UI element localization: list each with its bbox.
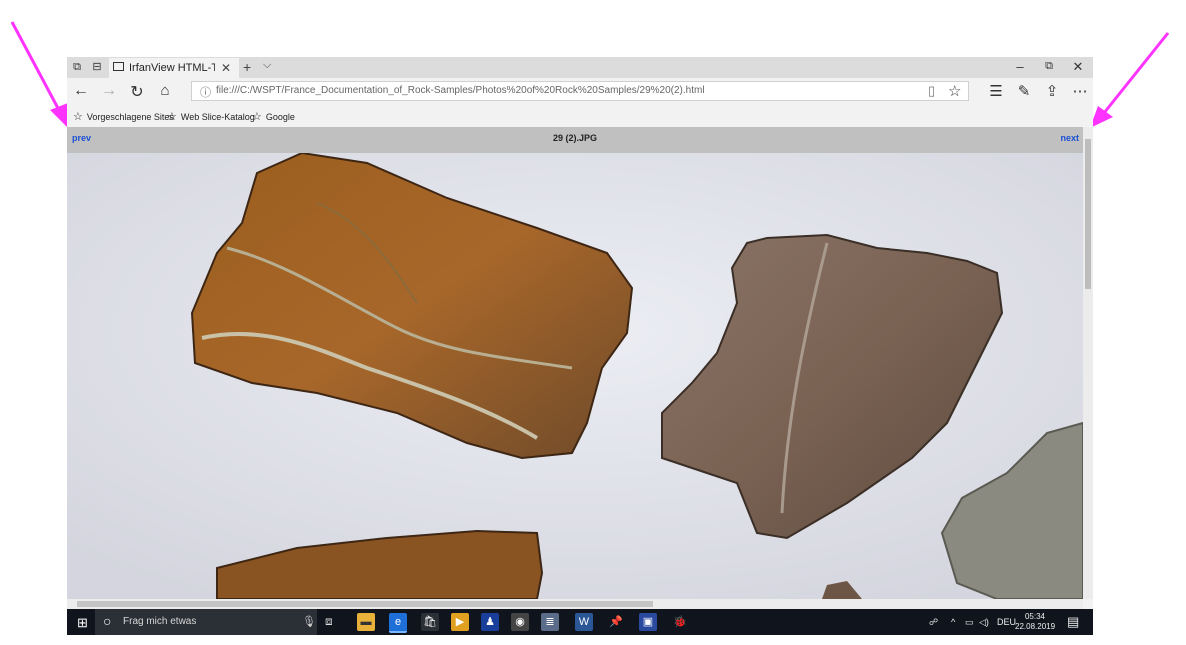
store-icon[interactable]: 🛍	[421, 613, 439, 631]
new-tab-button[interactable]: +	[243, 59, 251, 75]
favorite-google[interactable]: ☆ Google	[252, 110, 295, 123]
windows-start-icon[interactable]: ⊞	[77, 615, 88, 631]
tab-menu-chevron-icon[interactable]: ⌵	[263, 59, 271, 72]
right-annotation-arrow	[1090, 32, 1170, 128]
irfanview-icon[interactable]: 🐞	[671, 613, 689, 631]
forward-icon[interactable]: →	[99, 82, 119, 100]
horizontal-scroll-thumb[interactable]	[77, 601, 653, 607]
reading-view-icon[interactable]: ▯	[928, 83, 935, 99]
url-text[interactable]: file:///C:/WSPT/France_Documentation_of_…	[216, 85, 705, 96]
notification-icon[interactable]: ▤	[1067, 614, 1079, 630]
pen-icon[interactable]: ✎	[1013, 82, 1035, 100]
left-annotation-arrow	[10, 21, 70, 130]
taskbar-clock[interactable]: 05:34 22.08.2019	[1015, 612, 1055, 632]
pin-icon[interactable]: 📌	[607, 613, 625, 631]
star-icon: ☆	[73, 111, 83, 123]
favorite-web-slice[interactable]: ☆ Web Slice-Katalog	[167, 110, 255, 123]
minimize-button[interactable]: –	[1010, 59, 1030, 74]
app-icon-stack[interactable]: ≣	[541, 613, 559, 631]
microphone-icon[interactable]: 🎙	[302, 615, 316, 628]
star-icon: ☆	[252, 111, 262, 123]
clock-time: 05:34	[1024, 612, 1046, 621]
vertical-scroll-thumb[interactable]	[1085, 139, 1091, 289]
favorites-hub-icon[interactable]: ☰	[985, 82, 1007, 100]
task-view-icon[interactable]: ⧈	[325, 614, 333, 629]
page-icon	[113, 62, 124, 71]
people-icon[interactable]: ☍	[929, 617, 938, 628]
rock-sample-photo	[67, 153, 1083, 599]
restore-button[interactable]: ⧉	[1039, 60, 1059, 73]
clock-date: 22.08.2019	[1015, 622, 1056, 631]
taskbar-search[interactable]: ○ Frag mich etwas 🎙	[95, 609, 317, 635]
vertical-scrollbar[interactable]	[1083, 127, 1093, 599]
app-icon-blue[interactable]: ♟	[481, 613, 499, 631]
tab-active[interactable]: IrfanView HTML-Thumb ✕	[109, 58, 239, 78]
close-tab-icon[interactable]: ✕	[221, 61, 231, 75]
language-indicator[interactable]: DEU	[997, 617, 1016, 627]
star-icon: ☆	[167, 111, 177, 123]
favorite-star-icon[interactable]: ☆	[948, 82, 961, 100]
image-nav-header: 29 (2).JPG prev next	[67, 127, 1083, 153]
back-icon[interactable]: ←	[71, 82, 91, 100]
app-icon-window[interactable]: ▣	[639, 613, 657, 631]
edge-icon[interactable]: e	[389, 613, 407, 633]
search-placeholder: Frag mich etwas	[123, 616, 197, 627]
tab-preview-icon[interactable]: ⧉	[71, 61, 83, 73]
tab-bar: ⧉ ⊟ IrfanView HTML-Thumb ✕ + ⌵ – ⧉ ✕	[67, 57, 1093, 78]
volume-icon[interactable]: ◁)	[979, 617, 989, 628]
cortana-circle-icon: ○	[103, 613, 112, 629]
next-link[interactable]: next	[1060, 133, 1079, 143]
file-explorer-icon[interactable]: ▬	[357, 613, 375, 631]
tab-title: IrfanView HTML-Thumb	[129, 62, 215, 74]
page-content: 29 (2).JPG prev next	[67, 127, 1083, 599]
tray-chevron-icon[interactable]: ^	[951, 617, 955, 627]
media-player-icon[interactable]: ▶	[451, 613, 469, 631]
home-icon[interactable]: ⌂	[155, 82, 175, 99]
more-icon[interactable]: ⋯	[1069, 82, 1091, 100]
address-bar[interactable]: ⓘ file:///C:/WSPT/France_Documentation_o…	[191, 81, 969, 101]
windows-taskbar: ⊞ ○ Frag mich etwas 🎙 ⧈ ▬ e 🛍 ▶ ♟ ◉ ≣ W …	[67, 609, 1093, 635]
app-icon-gray[interactable]: ◉	[511, 613, 529, 631]
image-title: 29 (2).JPG	[552, 133, 598, 143]
refresh-icon[interactable]: ↻	[127, 82, 147, 102]
share-icon[interactable]: ⇪	[1041, 82, 1063, 100]
horizontal-scrollbar[interactable]	[67, 599, 1083, 609]
favorite-suggested-sites[interactable]: ☆ Vorgeschlagene Sites	[73, 110, 174, 123]
word-icon[interactable]: W	[575, 613, 593, 631]
close-window-button[interactable]: ✕	[1068, 59, 1088, 75]
navigation-bar: ← → ↻ ⌂ ⓘ file:///C:/WSPT/France_Documen…	[67, 78, 1093, 106]
prev-link[interactable]: prev	[72, 133, 91, 143]
favorites-bar: ☆ Vorgeschlagene Sites ☆ Web Slice-Katalog…	[67, 106, 1093, 127]
network-icon[interactable]: ▭	[965, 617, 974, 628]
browser-window: ⧉ ⊟ IrfanView HTML-Thumb ✕ + ⌵ – ⧉ ✕ ← →…	[67, 57, 1093, 635]
info-icon[interactable]: ⓘ	[200, 84, 211, 100]
set-aside-tabs-icon[interactable]: ⊟	[91, 61, 103, 73]
